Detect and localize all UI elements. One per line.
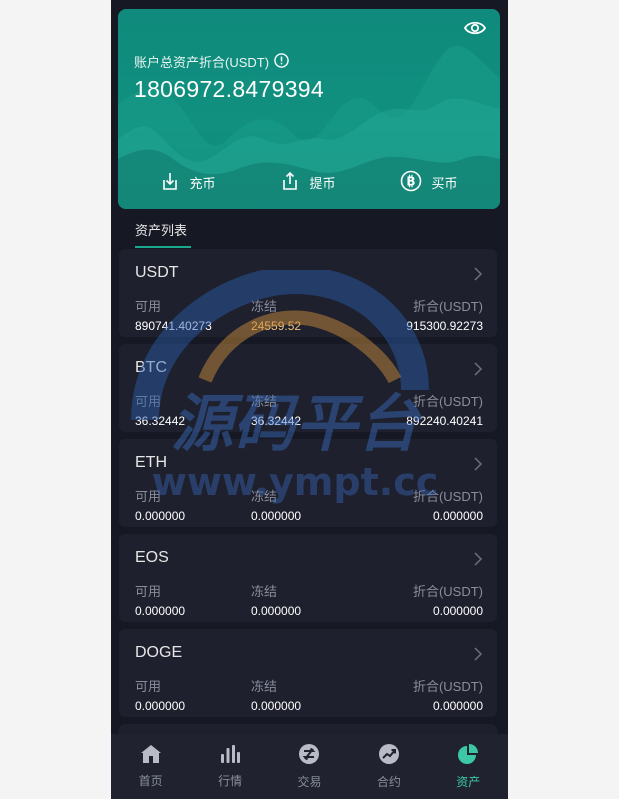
app-screen: 账户总资产折合(USDT) 1806972.8479394 充币 提币 B 买币…	[111, 0, 508, 799]
asset-symbol: ETH	[135, 454, 167, 471]
frozen-label: 冻结	[251, 394, 278, 409]
converted-value: 0.000000	[432, 699, 483, 713]
withdraw-button[interactable]: 提币	[280, 171, 336, 194]
available-label: 可用	[135, 489, 162, 504]
converted-value: 0.000000	[432, 604, 483, 618]
converted-label: 折合(USDT)	[412, 679, 483, 694]
asset-symbol: DOGE	[135, 644, 183, 661]
bottom-navigation: 首页 行情 交易 合约 资产	[111, 734, 508, 799]
frozen-value: 0.000000	[251, 604, 302, 618]
available-label: 可用	[135, 679, 162, 694]
withdraw-label: 提币	[309, 175, 336, 191]
frozen-value: 36.32442	[251, 414, 302, 428]
tab-asset-list[interactable]: 资产列表	[135, 220, 191, 248]
available-value: 0.000000	[135, 699, 186, 713]
buy-coin-button[interactable]: B 买币	[400, 170, 458, 195]
converted-label: 折合(USDT)	[412, 299, 483, 314]
account-summary-card: 账户总资产折合(USDT) 1806972.8479394 充币 提币 B 买币	[118, 9, 500, 209]
frozen-label: 冻结	[251, 679, 278, 694]
asset-symbol: EOS	[135, 549, 169, 566]
info-icon[interactable]	[274, 52, 289, 71]
available-value: 890741.40273	[135, 319, 212, 333]
eye-icon[interactable]	[463, 20, 487, 41]
converted-label: 折合(USDT)	[412, 584, 483, 599]
converted-label: 折合(USDT)	[412, 489, 483, 504]
converted-value: 892240.40241	[406, 414, 483, 428]
nav-label-contract: 合约	[376, 775, 401, 789]
market-chart-icon	[219, 744, 241, 767]
nav-item-assets[interactable]: 资产	[438, 743, 498, 790]
nav-item-market[interactable]: 行情	[200, 744, 260, 789]
available-value: 0.000000	[135, 509, 186, 523]
deposit-label: 充币	[189, 175, 216, 191]
home-icon	[140, 744, 162, 767]
available-value: 36.32442	[135, 414, 186, 428]
nav-label-assets: 资产	[456, 775, 481, 789]
section-title: 资产列表	[135, 223, 188, 238]
asset-card-doge[interactable]: DOGE 可用 冻结 折合(USDT) 0.000000 0.000000 0.…	[119, 629, 497, 717]
deposit-button[interactable]: 充币	[160, 171, 216, 194]
available-value: 0.000000	[135, 604, 186, 618]
frozen-value: 0.000000	[251, 699, 302, 713]
chevron-right-icon	[473, 362, 483, 381]
available-label: 可用	[135, 584, 162, 599]
tab-active-indicator	[135, 246, 191, 248]
converted-label: 折合(USDT)	[412, 394, 483, 409]
frozen-label: 冻结	[251, 299, 278, 314]
chevron-right-icon	[473, 457, 483, 476]
nav-item-home[interactable]: 首页	[121, 744, 181, 789]
chevron-right-icon	[473, 647, 483, 666]
deposit-icon	[160, 171, 180, 194]
asset-card-eth[interactable]: ETH 可用 冻结 折合(USDT) 0.000000 0.000000 0.0…	[119, 439, 497, 527]
frozen-value: 24559.52	[251, 319, 302, 333]
frozen-value: 0.000000	[251, 509, 302, 523]
asset-card-usdt[interactable]: USDT 可用 冻结 折合(USDT) 890741.40273 24559.5…	[119, 249, 497, 337]
nav-label-trade: 交易	[297, 775, 322, 789]
withdraw-icon	[280, 171, 300, 194]
nav-label-market: 行情	[218, 774, 243, 788]
svg-text:B: B	[407, 174, 416, 188]
nav-label-home: 首页	[138, 774, 163, 788]
available-label: 可用	[135, 394, 162, 409]
assets-pie-icon	[457, 743, 479, 768]
chevron-right-icon	[473, 267, 483, 286]
asset-card-eos[interactable]: EOS 可用 冻结 折合(USDT) 0.000000 0.000000 0.0…	[119, 534, 497, 622]
available-label: 可用	[135, 299, 162, 314]
converted-value: 0.000000	[432, 509, 483, 523]
asset-symbol: BTC	[135, 359, 167, 376]
account-actions: 充币 提币 B 买币	[118, 164, 500, 200]
total-assets-label-text: 账户总资产折合(USDT)	[134, 55, 270, 70]
total-assets-value: 1806972.8479394	[134, 76, 324, 102]
asset-symbol: USDT	[135, 264, 179, 281]
nav-item-trade[interactable]: 交易	[279, 743, 339, 790]
asset-card-btc[interactable]: BTC 可用 冻结 折合(USDT) 36.32442 36.32442 892…	[119, 344, 497, 432]
converted-value: 915300.92273	[406, 319, 483, 333]
nav-item-contract[interactable]: 合约	[359, 743, 419, 790]
total-assets-label: 账户总资产折合(USDT)	[134, 52, 289, 71]
contract-icon	[378, 743, 400, 768]
chevron-right-icon	[473, 552, 483, 571]
trade-icon	[298, 743, 320, 768]
buy-coin-label: 买币	[431, 175, 458, 191]
bitcoin-icon: B	[400, 170, 422, 195]
frozen-label: 冻结	[251, 489, 278, 504]
frozen-label: 冻结	[251, 584, 278, 599]
